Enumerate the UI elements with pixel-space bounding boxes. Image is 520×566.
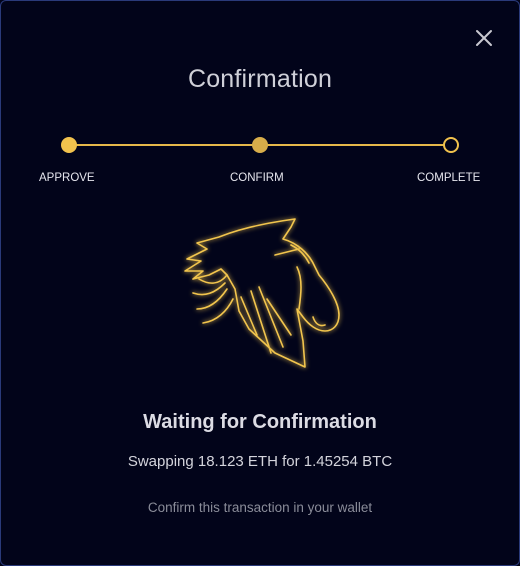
step-confirm-label: CONFIRM: [230, 172, 284, 184]
step-complete-label: COMPLETE: [417, 172, 481, 184]
close-button[interactable]: [471, 25, 497, 51]
confirmation-modal: Confirmation APPROVE CONFIRM COMPLETE Wa…: [0, 0, 520, 566]
step-confirm-dot: [252, 137, 268, 153]
close-icon: [476, 30, 492, 46]
modal-title: Confirmation: [187, 65, 333, 93]
horse-head-logo: [179, 213, 345, 379]
step-complete-dot: [443, 137, 459, 153]
progress-stepper: APPROVE CONFIRM COMPLETE: [1, 131, 519, 191]
status-heading: Waiting for Confirmation: [143, 411, 377, 433]
wallet-hint: Confirm this transaction in your wallet: [147, 500, 373, 515]
step-approve-label: APPROVE: [39, 172, 95, 184]
swap-summary: Swapping 18.123 ETH for 1.45254 BTC: [127, 453, 393, 470]
step-approve-dot: [61, 137, 77, 153]
